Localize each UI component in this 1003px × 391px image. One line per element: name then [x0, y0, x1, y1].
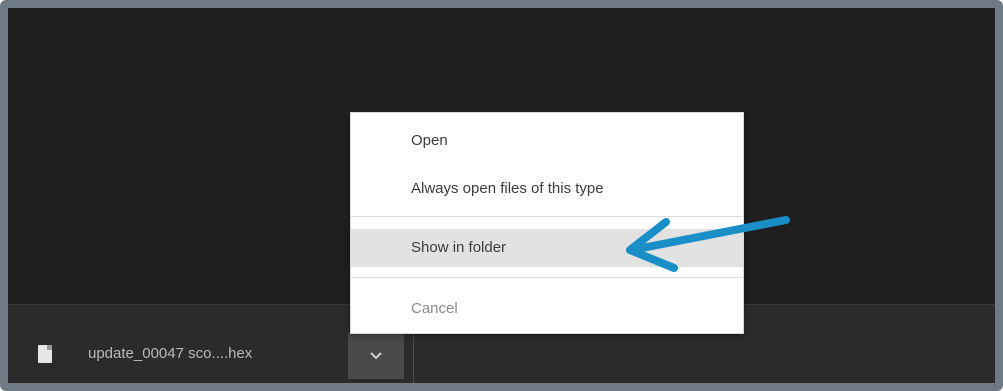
arrow-left-icon	[626, 216, 790, 272]
chevron-down-icon	[370, 352, 382, 360]
menu-item-open[interactable]: Open	[351, 125, 743, 157]
menu-item-cancel[interactable]: Cancel	[351, 293, 743, 325]
download-options-button[interactable]	[348, 333, 404, 379]
browser-window: update_00047 sco....hex Open Always open…	[0, 0, 1003, 391]
download-file-name[interactable]: update_00047 sco....hex	[88, 345, 252, 362]
file-icon	[38, 345, 52, 363]
menu-item-always-open[interactable]: Always open files of this type	[351, 173, 743, 205]
